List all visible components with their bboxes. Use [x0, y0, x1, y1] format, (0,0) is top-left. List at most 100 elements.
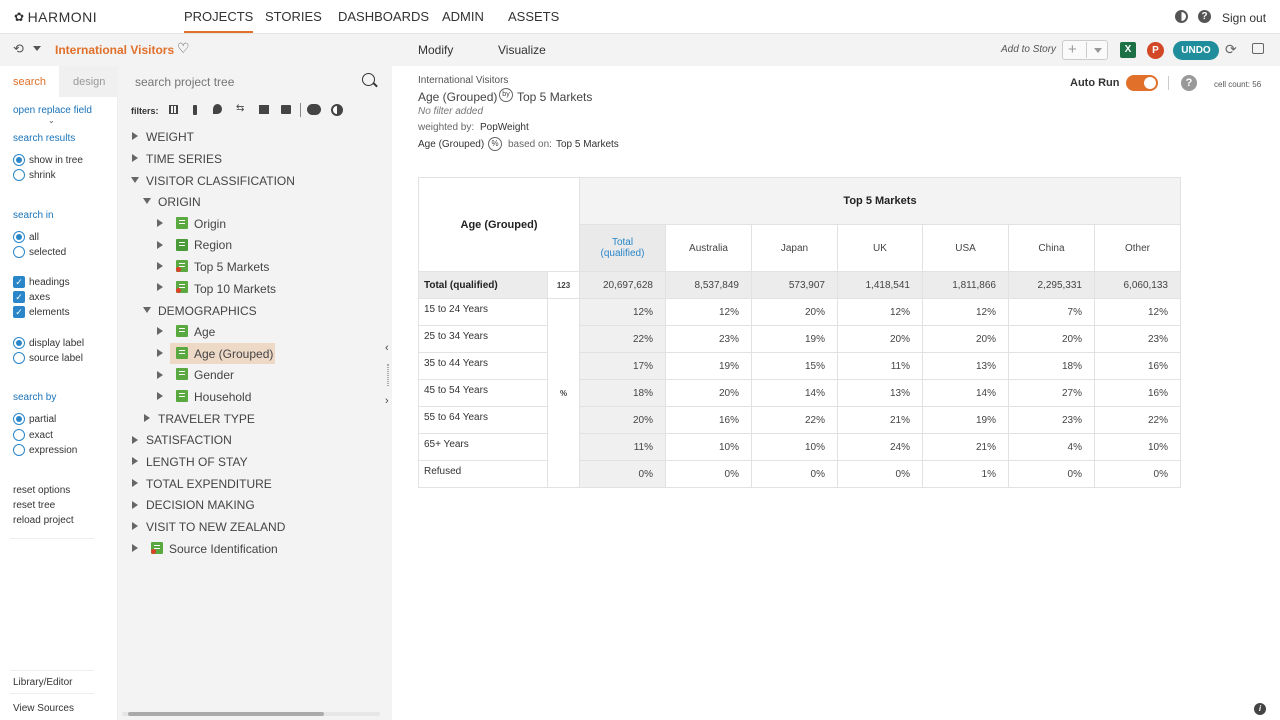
- nav-admin[interactable]: ADMIN: [442, 9, 484, 24]
- row-label[interactable]: 35 to 44 Years: [418, 352, 548, 380]
- excel-export-icon[interactable]: X: [1120, 42, 1136, 58]
- column-header[interactable]: USA: [922, 224, 1009, 272]
- library-editor-link[interactable]: Library/Editor: [13, 677, 72, 688]
- help-icon[interactable]: ?: [1181, 75, 1197, 91]
- nav-projects[interactable]: PROJECTS: [184, 9, 254, 33]
- collapse-arrow-icon[interactable]: [143, 307, 151, 313]
- expand-arrow-icon[interactable]: [157, 262, 163, 270]
- expand-right-icon[interactable]: ›: [385, 395, 389, 407]
- collapse-left-icon[interactable]: ‹: [385, 342, 389, 354]
- expand-arrow-icon[interactable]: [157, 219, 163, 227]
- tree-node-origin-variable[interactable]: Origin: [194, 217, 226, 231]
- selected-radio[interactable]: [13, 246, 25, 258]
- tree-node-satisfaction[interactable]: SATISFACTION: [146, 433, 232, 447]
- sign-out-link[interactable]: Sign out: [1222, 11, 1266, 25]
- row-label[interactable]: Total (qualified): [418, 271, 548, 299]
- powerpoint-export-icon[interactable]: P: [1147, 42, 1164, 59]
- filter-bar-icon[interactable]: [193, 105, 197, 115]
- tree-node-length-of-stay[interactable]: LENGTH OF STAY: [146, 455, 248, 469]
- column-header[interactable]: Japan: [751, 224, 838, 272]
- shrink-radio[interactable]: [13, 169, 25, 181]
- row-label[interactable]: 65+ Years: [418, 433, 548, 461]
- filter-toggle-icon[interactable]: [307, 104, 321, 115]
- filter-pin-icon[interactable]: [213, 104, 222, 114]
- auto-run-toggle[interactable]: [1126, 75, 1158, 91]
- tree-node-demographics[interactable]: DEMOGRAPHICS: [158, 304, 257, 318]
- scrollbar-thumb[interactable]: [128, 712, 324, 716]
- open-replace-field-link[interactable]: open replace field: [13, 105, 92, 116]
- row-label[interactable]: 15 to 24 Years: [418, 298, 548, 326]
- chevron-down-icon[interactable]: ⌄: [48, 116, 55, 125]
- row-label[interactable]: 45 to 54 Years: [418, 379, 548, 407]
- expand-arrow-icon[interactable]: [157, 371, 163, 379]
- help-icon[interactable]: ?: [1198, 10, 1211, 23]
- elements-checkbox[interactable]: ✓: [13, 306, 25, 318]
- info-icon[interactable]: i: [1254, 703, 1266, 715]
- column-header[interactable]: China: [1008, 224, 1095, 272]
- visualize-tab[interactable]: Visualize: [498, 43, 546, 57]
- favorite-heart-icon[interactable]: ♡: [177, 40, 190, 57]
- tree-node-gender[interactable]: Gender: [194, 368, 234, 382]
- tab-design[interactable]: design: [59, 66, 118, 97]
- expand-arrow-icon[interactable]: [132, 436, 138, 444]
- history-dropdown-icon[interactable]: [33, 46, 41, 51]
- expand-arrow-icon[interactable]: [132, 457, 138, 465]
- horizontal-scrollbar[interactable]: [122, 712, 380, 716]
- row-label[interactable]: Refused: [418, 460, 548, 488]
- filter-grid-icon[interactable]: [169, 105, 178, 114]
- tab-search[interactable]: search: [0, 66, 59, 97]
- column-header[interactable]: UK: [837, 224, 923, 272]
- nav-assets[interactable]: ASSETS: [508, 9, 559, 24]
- view-sources-link[interactable]: View Sources: [13, 703, 74, 714]
- modify-tab[interactable]: Modify: [418, 43, 453, 57]
- tree-node-time-series[interactable]: TIME SERIES: [146, 152, 222, 166]
- partial-radio[interactable]: [13, 413, 25, 425]
- expand-arrow-icon[interactable]: [157, 349, 163, 357]
- plus-icon[interactable]: +: [1068, 41, 1077, 58]
- tree-node-top-10-markets[interactable]: Top 10 Markets: [194, 282, 276, 296]
- tree-node-visitor-classification[interactable]: VISITOR CLASSIFICATION: [146, 174, 295, 188]
- reset-tree-link[interactable]: reset tree: [13, 500, 55, 511]
- column-header[interactable]: Total (qualified): [579, 224, 666, 272]
- row-label[interactable]: 25 to 34 Years: [418, 325, 548, 353]
- filter-table-icon[interactable]: [281, 105, 291, 114]
- display-label-radio[interactable]: [13, 337, 25, 349]
- expand-arrow-icon[interactable]: [157, 241, 163, 249]
- add-to-story-control[interactable]: +: [1062, 40, 1108, 60]
- filter-split-icon[interactable]: ⇆: [236, 103, 244, 114]
- tree-node-source-identification[interactable]: Source Identification: [169, 542, 278, 556]
- tree-node-region[interactable]: Region: [194, 238, 232, 252]
- show-in-tree-radio[interactable]: [13, 154, 25, 166]
- reset-options-link[interactable]: reset options: [13, 485, 70, 496]
- exact-radio[interactable]: [13, 429, 25, 441]
- expand-arrow-icon[interactable]: [157, 392, 163, 400]
- window-icon[interactable]: [1252, 43, 1264, 54]
- tree-node-age[interactable]: Age: [194, 325, 215, 339]
- reload-project-link[interactable]: reload project: [13, 515, 74, 526]
- tree-node-visit-to-new-zealand[interactable]: VISIT TO NEW ZEALAND: [146, 520, 285, 534]
- collapse-arrow-icon[interactable]: [131, 177, 139, 183]
- refresh-icon[interactable]: ⟳: [1225, 41, 1237, 58]
- tree-node-traveler-type[interactable]: TRAVELER TYPE: [158, 412, 255, 426]
- tree-node-origin[interactable]: ORIGIN: [158, 195, 201, 209]
- expand-arrow-icon[interactable]: [157, 283, 163, 291]
- search-input[interactable]: [122, 69, 384, 95]
- expand-arrow-icon[interactable]: [157, 327, 163, 335]
- tree-node-age-grouped[interactable]: Age (Grouped): [194, 347, 273, 361]
- history-icon[interactable]: ⟲: [13, 41, 24, 57]
- expand-arrow-icon[interactable]: [132, 501, 138, 509]
- expression-radio[interactable]: [13, 444, 25, 456]
- panel-divider[interactable]: ‹ ›: [384, 66, 392, 720]
- column-header[interactable]: Australia: [665, 224, 752, 272]
- tree-node-weight[interactable]: WEIGHT: [146, 130, 194, 144]
- expand-arrow-icon[interactable]: [132, 154, 138, 162]
- tree-node-household[interactable]: Household: [194, 390, 251, 404]
- nav-stories[interactable]: STORIES: [265, 9, 322, 24]
- logo[interactable]: ✿ HARMONI: [14, 9, 97, 25]
- column-header[interactable]: Other: [1094, 224, 1181, 272]
- source-label-radio[interactable]: [13, 352, 25, 364]
- expand-arrow-icon[interactable]: [132, 132, 138, 140]
- expand-arrow-icon[interactable]: [132, 522, 138, 530]
- headings-checkbox[interactable]: ✓: [13, 276, 25, 288]
- tree-node-top-5-markets[interactable]: Top 5 Markets: [194, 260, 269, 274]
